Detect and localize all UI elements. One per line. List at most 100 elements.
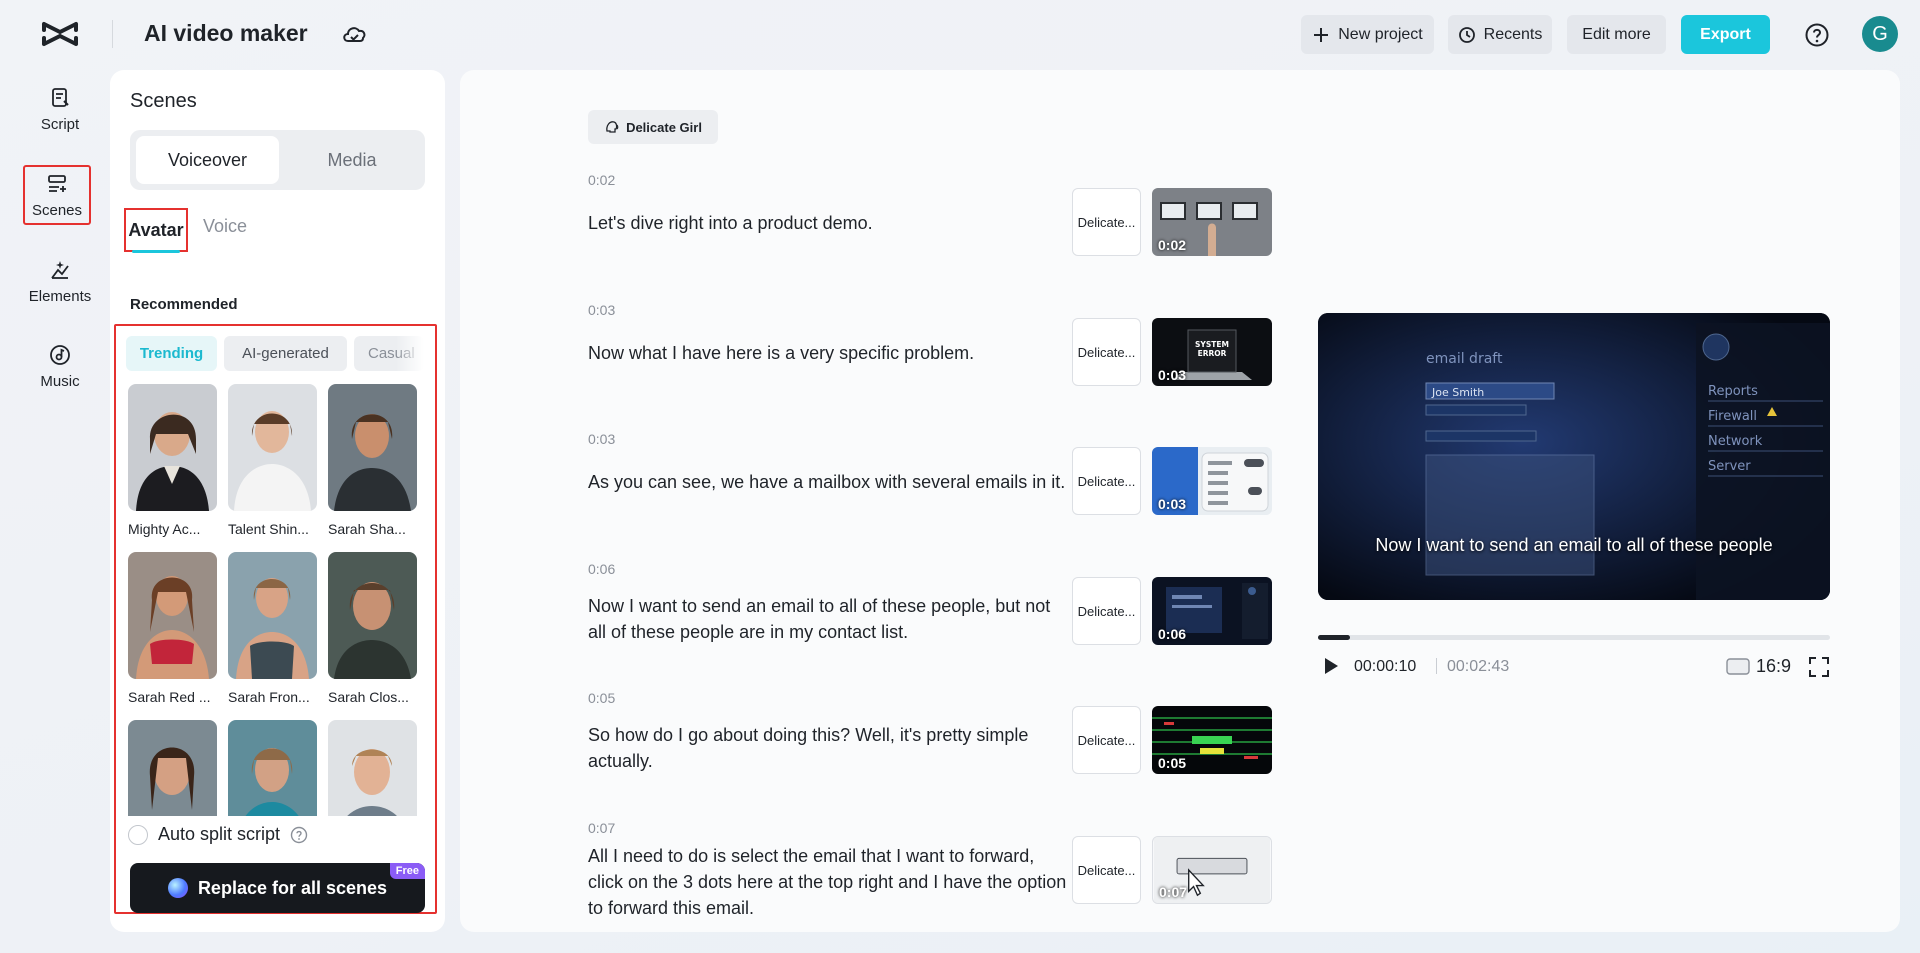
total-time: 00:02:43 bbox=[1447, 658, 1510, 675]
scene-time: 0:03 bbox=[588, 431, 616, 447]
scene-text[interactable]: Let's dive right into a product demo. bbox=[588, 210, 1068, 236]
avatar-card[interactable]: Talent Shin... bbox=[228, 384, 318, 537]
clip-duration: 0:06 bbox=[1158, 626, 1187, 642]
svg-text:ERROR: ERROR bbox=[1198, 349, 1227, 358]
video-preview[interactable]: email draft Joe Smith Reports Firewall N… bbox=[1318, 313, 1830, 600]
rail-item-music[interactable]: Music bbox=[20, 335, 100, 397]
avatar-name: Sarah Red ... bbox=[128, 689, 211, 705]
scene-row[interactable]: 0:06 Now I want to send an email to all … bbox=[588, 561, 1288, 671]
scene-voice-box[interactable]: Delicate... bbox=[1072, 188, 1141, 256]
scene-voice-box[interactable]: Delicate... bbox=[1072, 447, 1141, 515]
help-icon[interactable] bbox=[1804, 22, 1830, 48]
script-canvas: Delicate Girl 0:02 Let's dive right into… bbox=[460, 70, 1900, 932]
avatar-card[interactable]: Sarah Red ... bbox=[128, 552, 218, 705]
scene-voice-box[interactable]: Delicate... bbox=[1072, 318, 1141, 386]
recents-button[interactable]: Recents bbox=[1448, 15, 1552, 54]
rail-item-elements[interactable]: Elements bbox=[20, 250, 100, 312]
scene-clip-thumbnail[interactable]: 0:07 bbox=[1152, 836, 1272, 904]
svg-text:SYSTEM: SYSTEM bbox=[1195, 340, 1229, 349]
avatar-card[interactable] bbox=[228, 720, 318, 816]
auto-split-radio[interactable] bbox=[128, 824, 148, 845]
avatar-card[interactable]: Sarah Sha... bbox=[328, 384, 418, 537]
avatar-thumbnail bbox=[228, 552, 317, 679]
scene-clip-thumbnail[interactable]: 0:02 bbox=[1152, 188, 1272, 256]
avatar-card[interactable]: Mighty Ac... bbox=[128, 384, 218, 537]
scene-clip-thumbnail[interactable]: 0:03 bbox=[1152, 447, 1272, 515]
scene-voice-box[interactable]: Delicate... bbox=[1072, 577, 1141, 645]
scene-text[interactable]: As you can see, we have a mailbox with s… bbox=[588, 469, 1068, 495]
music-icon bbox=[50, 344, 70, 365]
tab-media[interactable]: Media bbox=[285, 136, 419, 184]
playback-progress-track[interactable] bbox=[1318, 635, 1830, 640]
panel-title: Scenes bbox=[130, 90, 197, 112]
scene-text[interactable]: So how do I go about doing this? Well, i… bbox=[588, 722, 1068, 774]
edit-more-button[interactable]: Edit more bbox=[1567, 15, 1666, 54]
scene-clip-thumbnail[interactable]: 0:05 bbox=[1152, 706, 1272, 774]
export-button[interactable]: Export bbox=[1681, 15, 1770, 54]
play-icon[interactable] bbox=[1318, 654, 1342, 678]
new-project-button[interactable]: New project bbox=[1301, 15, 1434, 54]
voice-chip[interactable]: Delicate Girl bbox=[588, 110, 718, 144]
scene-time: 0:07 bbox=[588, 820, 616, 836]
cloud-sync-icon[interactable] bbox=[340, 22, 368, 46]
voice-chip-label: Delicate Girl bbox=[626, 119, 702, 135]
ai-orb-icon bbox=[167, 878, 188, 898]
voiceover-media-toggle: Voiceover Media bbox=[130, 130, 425, 190]
rail-item-scenes[interactable]: Scenes bbox=[23, 165, 91, 225]
top-bar: AI video maker New project Recents Edit … bbox=[0, 0, 1920, 68]
chip-casual[interactable]: Casual bbox=[354, 336, 424, 371]
subtab-voice[interactable]: Voice bbox=[203, 216, 247, 237]
rail-label-script: Script bbox=[40, 115, 80, 133]
preview-screen-name: Joe Smith bbox=[1431, 386, 1484, 399]
scenes-icon bbox=[48, 174, 66, 192]
aspect-ratio-value[interactable]: 16:9 bbox=[1756, 656, 1791, 677]
avatar-thumbnail bbox=[128, 552, 217, 679]
fullscreen-icon[interactable] bbox=[1808, 656, 1830, 678]
preview-menu-item: Firewall bbox=[1708, 409, 1757, 424]
auto-split-label: Auto split script bbox=[158, 824, 281, 844]
top-divider bbox=[112, 20, 113, 48]
avatar-card[interactable]: Sarah Fron... bbox=[228, 552, 318, 705]
rail-label-music: Music bbox=[40, 372, 80, 390]
scene-time: 0:03 bbox=[588, 302, 616, 318]
rail-label-scenes: Scenes bbox=[31, 201, 83, 219]
chip-trending[interactable]: Trending bbox=[126, 336, 217, 371]
auto-split-option[interactable]: Auto split script bbox=[128, 824, 308, 845]
scenes-panel: Scenes Voiceover Media Avatar Voice Reco… bbox=[110, 70, 445, 932]
clip-duration: 0:03 bbox=[1158, 496, 1187, 512]
free-badge: Free bbox=[389, 863, 425, 879]
scene-row[interactable]: 0:02 Let's dive right into a product dem… bbox=[588, 172, 1288, 282]
chip-ai-generated[interactable]: AI-generated bbox=[224, 336, 347, 371]
avatar-card[interactable] bbox=[128, 720, 218, 816]
info-icon[interactable] bbox=[290, 826, 308, 844]
avatar-grid: Mighty Ac... Talent Shin... Sarah Sha... bbox=[128, 384, 428, 816]
scene-row[interactable]: 0:03 Now what I have here is a very spec… bbox=[588, 302, 1288, 412]
avatar-card[interactable] bbox=[328, 720, 418, 816]
replace-for-all-scenes-button[interactable]: Replace for all scenes Free bbox=[130, 863, 425, 913]
edit-more-label: Edit more bbox=[1582, 25, 1651, 43]
plus-icon bbox=[1314, 27, 1329, 42]
scene-text[interactable]: Now I want to send an email to all of th… bbox=[588, 593, 1068, 645]
avatar-card[interactable]: Sarah Clos... bbox=[328, 552, 418, 705]
scene-row[interactable]: 0:07 All I need to do is select the emai… bbox=[588, 820, 1288, 930]
scene-clip-thumbnail[interactable]: 0:06 bbox=[1152, 577, 1272, 645]
aspect-ratio-icon[interactable] bbox=[1726, 658, 1750, 675]
avatar-thumbnail bbox=[328, 720, 417, 816]
scene-clip-thumbnail[interactable]: SYSTEM ERROR 0:03 bbox=[1152, 318, 1272, 386]
capcut-logo-icon[interactable] bbox=[40, 18, 80, 50]
user-avatar[interactable]: G bbox=[1862, 16, 1898, 52]
tab-voiceover[interactable]: Voiceover bbox=[136, 136, 279, 184]
scene-text[interactable]: Now what I have here is a very specific … bbox=[588, 340, 1068, 366]
scene-row[interactable]: 0:03 As you can see, we have a mailbox w… bbox=[588, 431, 1288, 541]
avatar-name: Sarah Fron... bbox=[228, 689, 310, 705]
scene-text[interactable]: All I need to do is select the email tha… bbox=[588, 843, 1068, 921]
scene-voice-box[interactable]: Delicate... bbox=[1072, 836, 1141, 904]
playback-controls: 00:00:10 00:02:43 16:9 bbox=[1318, 650, 1830, 682]
time-separator bbox=[1436, 658, 1437, 674]
avatar-thumbnail bbox=[128, 384, 217, 511]
scene-voice-box[interactable]: Delicate... bbox=[1072, 706, 1141, 774]
rail-item-script[interactable]: Script bbox=[20, 78, 100, 140]
scene-time: 0:02 bbox=[588, 172, 616, 188]
subtab-avatar[interactable]: Avatar bbox=[124, 208, 188, 252]
scene-row[interactable]: 0:05 So how do I go about doing this? We… bbox=[588, 690, 1288, 800]
